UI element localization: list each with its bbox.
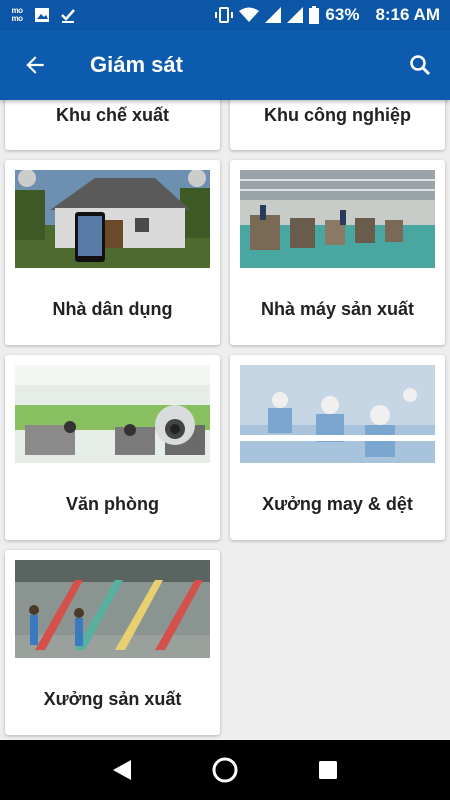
garment-workshop-image (240, 365, 435, 463)
category-label: Khu công nghiệp (264, 105, 411, 125)
square-recents-icon (319, 761, 338, 779)
category-card-nha-may-san-xuat[interactable]: Nhà máy sản xuất (230, 160, 445, 345)
search-icon (410, 55, 431, 76)
category-label: Văn phòng (66, 494, 159, 514)
category-card-nha-dan-dung[interactable]: Nhà dân dụng (5, 160, 220, 345)
category-card-khu-che-xuat[interactable]: Khu chế xuất (5, 100, 220, 150)
category-label: Nhà dân dụng (52, 299, 173, 319)
search-button[interactable] (390, 30, 450, 100)
momo-notification-icon: mo mo (11, 6, 24, 23)
office-camera-image (15, 365, 210, 463)
battery-icon (309, 6, 320, 24)
category-label: Khu chế xuất (55, 105, 170, 125)
category-label: Nhà máy sản xuất (260, 299, 415, 319)
image-notification-icon (35, 8, 49, 22)
category-card-khu-cong-nghiep[interactable]: Khu công nghiệp (230, 100, 445, 150)
battery-percent: 63% (325, 5, 360, 24)
nav-recents-button[interactable] (308, 750, 348, 790)
status-bar: mo mo 63% 8:16 AM (0, 0, 450, 30)
app-bar: Giám sát (0, 30, 450, 100)
category-card-van-phong[interactable]: Văn phòng (5, 355, 220, 540)
category-label: Xưởng sản xuất (43, 689, 182, 709)
vibrate-icon (215, 7, 234, 23)
back-button[interactable] (0, 30, 70, 100)
wifi-icon (239, 7, 260, 22)
arrow-back-icon (26, 56, 44, 74)
page-title: Giám sát (90, 52, 183, 77)
triangle-back-icon (112, 760, 131, 780)
clock: 8:16 AM (375, 5, 440, 24)
category-card-xuong-san-xuat[interactable]: Xưởng sản xuất (5, 550, 220, 735)
signal-icon-1 (265, 7, 282, 23)
house-camera-image (15, 170, 210, 268)
category-grid: Khu chế xuất Khu công nghiệp Nhà dân dụn… (0, 100, 450, 740)
category-label: Xưởng may & dệt (262, 494, 413, 514)
nav-home-button[interactable] (205, 750, 245, 790)
circle-home-icon (212, 757, 238, 783)
signal-icon-2 (287, 7, 304, 23)
download-done-icon (61, 9, 75, 23)
factory-floor-image (240, 170, 435, 268)
category-card-xuong-may-det[interactable]: Xưởng may & dệt (230, 355, 445, 540)
navigation-bar (0, 740, 450, 800)
production-workshop-image (15, 560, 210, 658)
nav-back-button[interactable] (102, 750, 142, 790)
